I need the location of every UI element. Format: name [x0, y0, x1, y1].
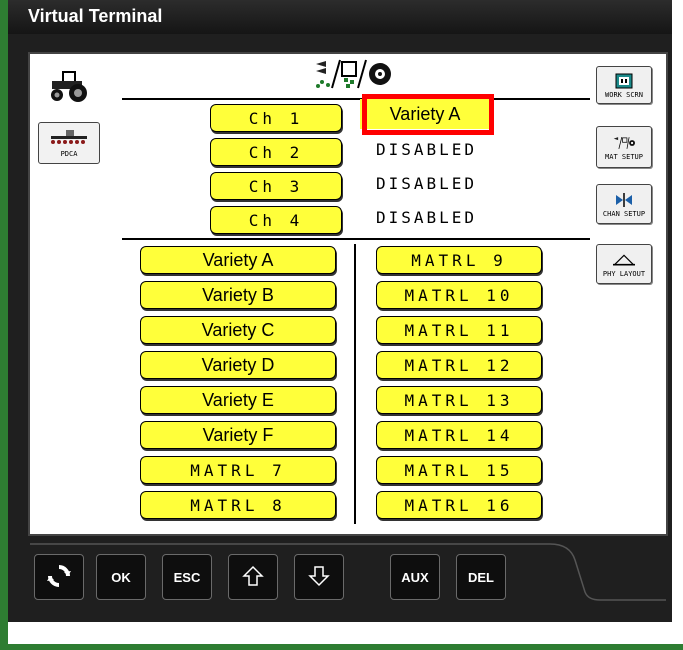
material-label: Variety A [202, 249, 274, 270]
header-divider [122, 98, 590, 100]
material-button[interactable]: MATRL 13 [376, 386, 542, 414]
tractor-icon [48, 67, 90, 108]
softkey-bar: OK ESC AUX DEL [30, 540, 666, 610]
channel-1-label: Ch 1 [248, 108, 304, 128]
material-button[interactable]: MATRL 16 [376, 491, 542, 519]
window-title: Virtual Terminal [28, 6, 163, 26]
work-screen-button[interactable]: WORK SCRN [596, 66, 652, 104]
del-button[interactable]: DEL [456, 554, 506, 600]
material-label: MATRL 16 [404, 495, 514, 515]
arrow-up-icon [241, 564, 265, 591]
virtual-terminal-window: Virtual Terminal PDCA Ch 1 Ch 2 Ch 3 Ch … [8, 0, 672, 622]
work-screen-label: WORK SCRN [605, 90, 643, 99]
material-label: MATRL 11 [404, 320, 514, 340]
pdca-label: PDCA [60, 149, 78, 158]
material-button[interactable]: MATRL 14 [376, 421, 542, 449]
channel-divider [122, 238, 590, 240]
material-button[interactable]: MATRL 8 [140, 491, 336, 519]
material-setup-button[interactable]: MAT SETUP [596, 126, 652, 168]
aux-label: AUX [401, 569, 429, 585]
left-border [0, 0, 8, 650]
channel-3-label: Ch 3 [248, 176, 304, 196]
material-label: Variety F [202, 424, 274, 445]
channel-2-button[interactable]: Ch 2 [210, 138, 342, 166]
bottom-border [0, 644, 683, 650]
material-button[interactable]: Variety F [140, 421, 336, 449]
title-bar: Virtual Terminal [8, 0, 672, 34]
physical-layout-label: PHY LAYOUT [602, 269, 646, 278]
channel-3-button[interactable]: Ch 3 [210, 172, 342, 200]
column-divider [354, 244, 356, 524]
ok-button[interactable]: OK [96, 554, 146, 600]
material-label: MATRL 12 [404, 355, 514, 375]
material-button[interactable]: Variety B [140, 281, 336, 309]
refresh-button[interactable] [34, 554, 84, 600]
material-button[interactable]: MATRL 10 [376, 281, 542, 309]
material-button[interactable]: Variety D [140, 351, 336, 379]
material-label: Variety D [201, 354, 275, 375]
channel-setup-icon [613, 191, 635, 209]
refresh-icon [46, 563, 72, 592]
material-label: Variety C [201, 319, 275, 340]
material-button[interactable]: Variety E [140, 386, 336, 414]
pdca-button[interactable]: PDCA [38, 122, 100, 164]
material-label: Variety B [202, 284, 274, 305]
material-label: Variety E [202, 389, 274, 410]
material-label: MATRL 8 [190, 495, 286, 515]
esc-label: ESC [173, 569, 201, 585]
material-button[interactable]: Variety A [140, 246, 336, 274]
selection-highlight [362, 94, 494, 135]
material-button[interactable]: Variety C [140, 316, 336, 344]
physical-layout-button[interactable]: PHY LAYOUT [596, 244, 652, 284]
del-label: DEL [468, 569, 494, 585]
material-label: MATRL 15 [404, 460, 514, 480]
material-label: MATRL 7 [190, 460, 286, 480]
channel-setup-label: CHAN SETUP [602, 209, 646, 218]
material-label: MATRL 13 [404, 390, 514, 410]
ok-label: OK [111, 569, 131, 585]
channel-4-button[interactable]: Ch 4 [210, 206, 342, 234]
channel-setup-button[interactable]: CHAN SETUP [596, 184, 652, 224]
terminal-screen: PDCA Ch 1 Ch 2 Ch 3 Ch 4 Variety A DISAB… [30, 54, 666, 534]
channel-4-status: DISABLED [376, 208, 478, 227]
work-screen-icon [613, 72, 635, 90]
arrow-down-icon [307, 564, 331, 591]
up-button[interactable] [228, 554, 278, 600]
tractor-button[interactable] [36, 64, 102, 110]
channel-4-label: Ch 4 [248, 210, 304, 230]
material-label: MATRL 14 [404, 425, 514, 445]
material-setup-icon [613, 134, 635, 152]
material-button[interactable]: MATRL 15 [376, 456, 542, 484]
material-setup-label: MAT SETUP [605, 152, 643, 161]
planter-icon [49, 129, 89, 150]
material-button[interactable]: MATRL 11 [376, 316, 542, 344]
channel-1-button[interactable]: Ch 1 [210, 104, 342, 132]
aux-button[interactable]: AUX [390, 554, 440, 600]
material-button[interactable]: MATRL 9 [376, 246, 542, 274]
material-setup-icon [312, 58, 394, 90]
material-label: MATRL 10 [404, 285, 514, 305]
esc-button[interactable]: ESC [162, 554, 212, 600]
material-button[interactable]: MATRL 7 [140, 456, 336, 484]
channel-3-status: DISABLED [376, 174, 478, 193]
physical-layout-icon [613, 251, 635, 269]
channel-2-status: DISABLED [376, 140, 478, 159]
page-background: Virtual Terminal PDCA Ch 1 Ch 2 Ch 3 Ch … [0, 0, 683, 650]
channel-2-label: Ch 2 [248, 142, 304, 162]
down-button[interactable] [294, 554, 344, 600]
material-button[interactable]: MATRL 12 [376, 351, 542, 379]
material-label: MATRL 9 [411, 250, 507, 270]
